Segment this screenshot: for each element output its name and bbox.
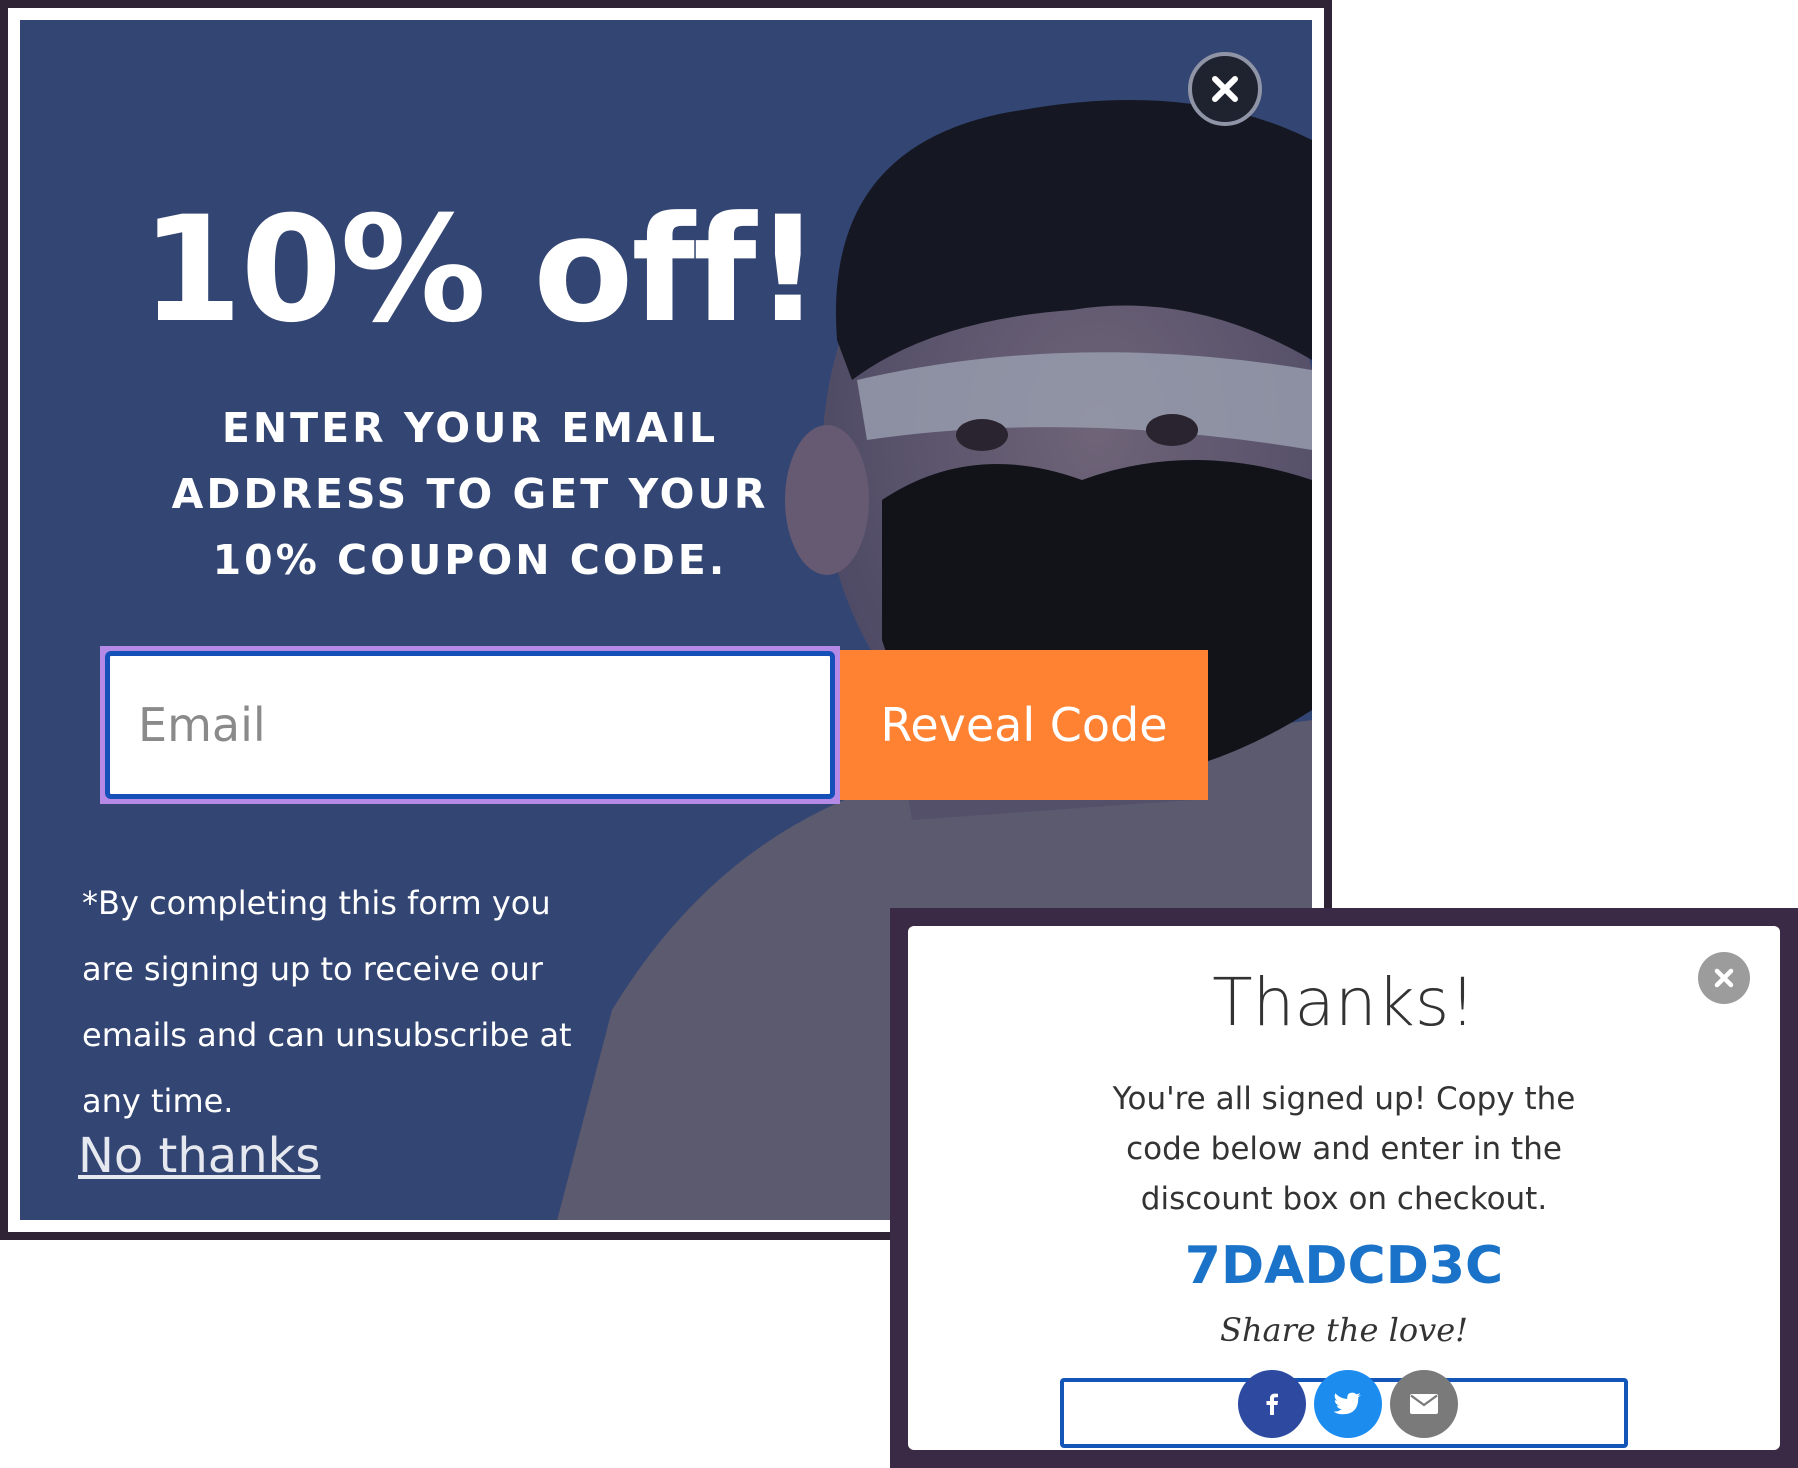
coupon-code[interactable]: 7DADCD3C [908, 1236, 1780, 1296]
share-email-button[interactable] [1390, 1370, 1458, 1438]
email-field[interactable] [105, 651, 835, 799]
disclaimer-line: are signing up to receive our [82, 950, 543, 988]
offer-headline: 10% off! [140, 185, 821, 355]
thanks-message: You're all signed up! Copy the code belo… [1088, 1074, 1600, 1224]
disclaimer-text: *By completing this form you are signing… [82, 870, 642, 1134]
twitter-icon [1333, 1392, 1361, 1415]
facebook-icon [1266, 1393, 1278, 1415]
email-field-focus-ring [100, 646, 840, 804]
share-label: Share the love! [1220, 1311, 1468, 1349]
share-twitter-button[interactable] [1314, 1370, 1382, 1438]
subhead-line: 10% COUPON CODE. [212, 536, 728, 584]
thanks-title: Thanks! [1212, 964, 1476, 1041]
disclaimer-line: emails and can unsubscribe at [82, 1016, 572, 1054]
close-icon [1212, 76, 1238, 102]
email-icon [1410, 1394, 1438, 1414]
share-facebook-button[interactable] [1238, 1370, 1306, 1438]
thanks-popup-backdrop: Thanks! You're all signed up! Copy the c… [890, 908, 1798, 1468]
thanks-popup: Thanks! You're all signed up! Copy the c… [908, 926, 1780, 1450]
thanks-line: discount box on checkout. [1140, 1181, 1548, 1217]
subhead-line: ADDRESS TO GET YOUR [171, 470, 769, 518]
offer-subhead: ENTER YOUR EMAIL ADDRESS TO GET YOUR 10%… [160, 395, 780, 593]
disclaimer-line: *By completing this form you [82, 884, 551, 922]
thanks-line: code below and enter in the [1126, 1131, 1562, 1167]
close-offer-button[interactable] [1188, 52, 1262, 126]
disclaimer-line: any time. [82, 1082, 234, 1120]
thanks-line: You're all signed up! Copy the [1112, 1081, 1576, 1117]
subhead-line: ENTER YOUR EMAIL [221, 404, 719, 452]
reveal-code-button[interactable]: Reveal Code [840, 650, 1208, 800]
no-thanks-link[interactable]: No thanks [78, 1128, 320, 1184]
